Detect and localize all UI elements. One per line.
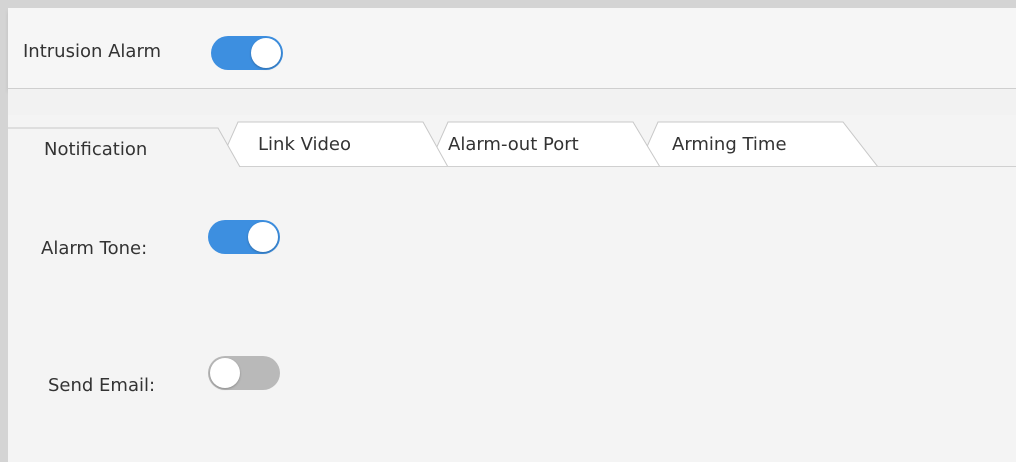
tab-arming-time[interactable]: Arming Time xyxy=(672,134,787,156)
alarm-tone-toggle[interactable] xyxy=(208,220,280,254)
intrusion-alarm-settings: Intrusion Alarm Notification Link Video … xyxy=(0,0,1016,462)
alarm-tone-label: Alarm Tone: xyxy=(41,238,148,259)
toggle-knob xyxy=(251,38,281,68)
alarm-settings-panel: Notification Link Video Alarm-out Port A… xyxy=(8,115,1016,462)
toggle-knob xyxy=(248,222,278,252)
section-divider xyxy=(8,89,1016,115)
toggle-knob xyxy=(210,358,240,388)
intrusion-alarm-toggle[interactable] xyxy=(211,36,283,70)
send-email-label: Send Email: xyxy=(48,375,156,396)
send-email-toggle[interactable] xyxy=(208,356,280,390)
intrusion-alarm-header: Intrusion Alarm xyxy=(8,8,1016,89)
window-top-border xyxy=(0,0,1016,8)
tab-link-video[interactable]: Link Video xyxy=(258,134,351,156)
tab-notification[interactable]: Notification xyxy=(44,139,147,161)
intrusion-alarm-title: Intrusion Alarm xyxy=(23,41,162,62)
tab-alarm-out-port[interactable]: Alarm-out Port xyxy=(448,134,579,156)
window-left-border xyxy=(0,0,8,462)
settings-tab-bar: Notification Link Video Alarm-out Port A… xyxy=(8,115,1016,167)
